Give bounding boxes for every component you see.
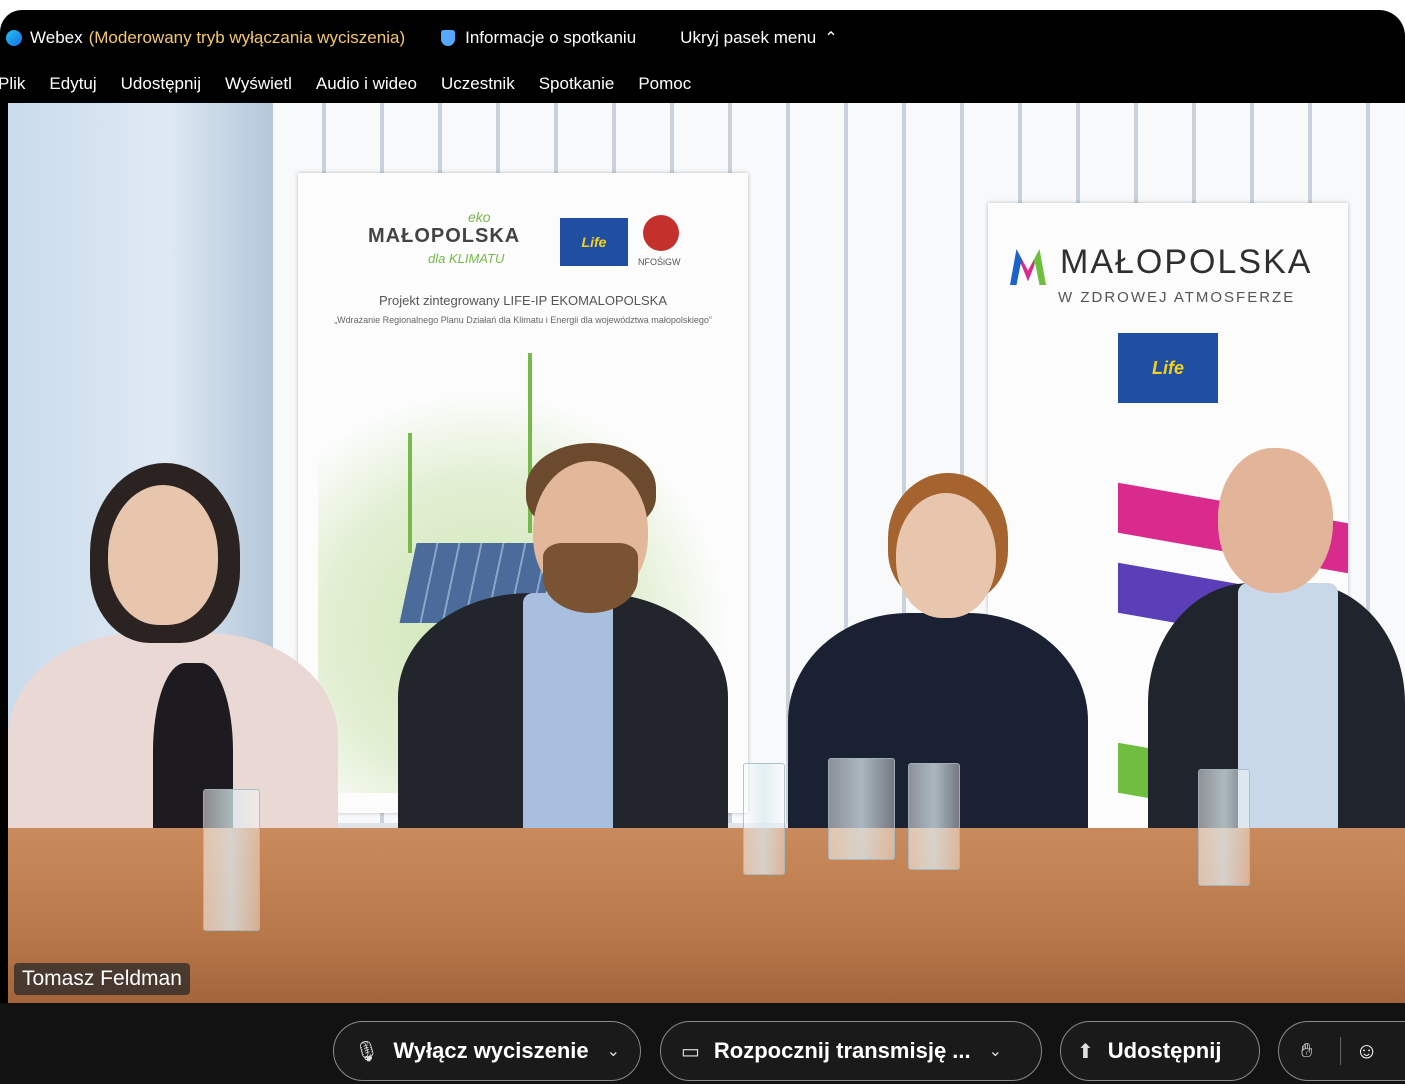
- share-screen-icon: ⬆: [1077, 1040, 1094, 1063]
- beard: [543, 543, 638, 613]
- project-title: Projekt zintegrowany LIFE-IP EKOMALOPOLS…: [378, 293, 668, 308]
- menu-item-help[interactable]: Pomoc: [638, 74, 691, 94]
- wind-turbine-illustration: [408, 433, 412, 553]
- chevron-down-icon[interactable]: ⌄: [607, 1041, 620, 1061]
- menu-item-edit[interactable]: Edytuj: [49, 74, 96, 94]
- menu-item-audio-video[interactable]: Audio i wideo: [316, 74, 417, 94]
- banner-right-logo: MAŁOPOLSKA: [1060, 243, 1313, 281]
- share-label: Udostępnij: [1107, 1038, 1222, 1063]
- video-off-icon: ▭: [681, 1040, 700, 1063]
- divider: [1340, 1037, 1342, 1065]
- mic-off-icon: 🎙︎: [354, 1040, 380, 1063]
- face: [896, 493, 996, 618]
- menu-item-file[interactable]: Plik: [0, 74, 25, 94]
- start-video-label: Rozpocznij transmisję ...: [713, 1038, 971, 1063]
- banner-klimat-text: dla KLIMATU: [428, 251, 505, 266]
- eu-life-logo: Life: [1118, 333, 1218, 403]
- meeting-mode: (Moderowany tryb wyłączania wyciszenia): [88, 27, 406, 47]
- water-glass: [1198, 769, 1250, 886]
- water-glass: [908, 763, 960, 870]
- reactions-icon[interactable]: ☺: [1355, 1038, 1377, 1064]
- chevron-down-icon[interactable]: ⌄: [989, 1041, 1002, 1061]
- title-bar: Webex (Moderowany tryb wyłączania wycisz…: [0, 10, 1405, 65]
- hide-menu-button[interactable]: Ukryj pasek menu ⌃: [680, 28, 837, 48]
- video-stage[interactable]: eko MAŁOPOLSKA dla KLIMATU Life NFOŚiGW …: [8, 103, 1405, 1003]
- eu-life-logo: Life: [560, 218, 628, 266]
- unmute-label: Wyłącz wyciszenie: [393, 1038, 589, 1063]
- raise-hand-group: ✋︎ ☺: [1278, 1021, 1405, 1081]
- menu-item-view[interactable]: Wyświetl: [225, 74, 292, 94]
- shirt: [523, 593, 613, 843]
- water-glass: [828, 758, 895, 860]
- nfos-logo: [643, 215, 679, 251]
- menu-item-share[interactable]: Udostępnij: [121, 74, 201, 94]
- start-video-button[interactable]: ▭ Rozpocznij transmisję ... ⌄: [660, 1021, 1042, 1081]
- share-button[interactable]: ⬆ Udostępnij: [1060, 1021, 1260, 1081]
- control-bar: 🎙︎ Wyłącz wyciszenie ⌄ ▭ Rozpocznij tran…: [0, 1003, 1405, 1084]
- banner-right-subtitle: W ZDROWEJ ATMOSFERZE: [1058, 289, 1296, 306]
- app-title: Webex (Moderowany tryb wyłączania wycisz…: [6, 28, 405, 48]
- nfos-label: NFOŚiGW: [638, 257, 681, 267]
- meeting-info-label: Informacje o spotkaniu: [465, 27, 637, 47]
- shirt: [1238, 583, 1338, 863]
- water-glass: [743, 763, 785, 875]
- raise-hand-icon[interactable]: ✋︎: [1301, 1040, 1312, 1063]
- chevron-up-icon: ⌃: [824, 29, 838, 47]
- webex-logo-icon: [6, 29, 22, 46]
- face: [1218, 448, 1333, 593]
- meeting-info-button[interactable]: Informacje o spotkaniu: [441, 28, 636, 48]
- banner-left-logo: MAŁOPOLSKA: [368, 225, 521, 247]
- hide-menu-label: Ukryj pasek menu: [680, 27, 817, 47]
- menu-bar: Plik Edytuj Udostępnij Wyświetl Audio i …: [0, 65, 1405, 103]
- unmute-button[interactable]: 🎙︎ Wyłącz wyciszenie ⌄: [333, 1021, 641, 1081]
- menu-item-participant[interactable]: Uczestnik: [441, 74, 515, 94]
- water-glass: [203, 789, 260, 931]
- face: [108, 485, 218, 625]
- banner-eko-text: eko: [468, 209, 491, 225]
- speaker-name-tag: Tomasz Feldman: [14, 963, 190, 995]
- project-subtitle: „Wdrażanie Regionalnego Planu Działań dl…: [334, 315, 712, 325]
- shield-icon: [441, 29, 456, 46]
- app-name: Webex: [30, 27, 83, 47]
- menu-item-meeting[interactable]: Spotkanie: [539, 74, 615, 94]
- webex-window: Webex (Moderowany tryb wyłączania wycisz…: [0, 10, 1405, 1084]
- malopolska-m-logo: [1010, 249, 1046, 285]
